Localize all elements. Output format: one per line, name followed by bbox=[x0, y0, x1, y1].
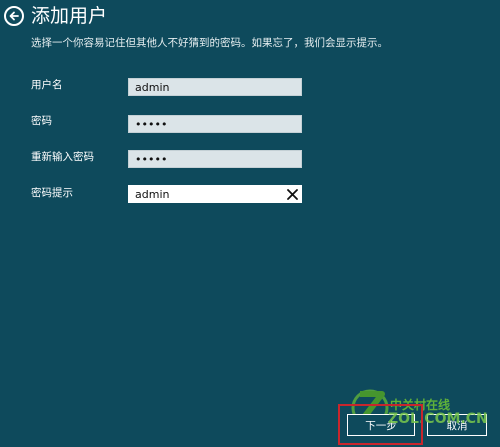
next-button[interactable]: 下一步 bbox=[347, 414, 415, 436]
page-subtitle: 选择一个你容易记住但其他人不好猜到的密码。如果忘了，我们会显示提示。 bbox=[31, 37, 388, 49]
username-label: 用户名 bbox=[31, 79, 63, 91]
username-field[interactable] bbox=[128, 78, 302, 96]
password-hint-field[interactable] bbox=[128, 185, 302, 203]
password-field[interactable] bbox=[128, 115, 302, 133]
password-hint-label: 密码提示 bbox=[31, 187, 73, 199]
confirm-password-field[interactable] bbox=[128, 150, 302, 168]
confirm-password-label: 重新输入密码 bbox=[31, 151, 94, 163]
back-arrow-icon bbox=[9, 11, 19, 21]
cancel-button[interactable]: 取消 bbox=[427, 414, 487, 436]
clear-hint-button[interactable] bbox=[284, 186, 300, 202]
close-icon bbox=[286, 188, 298, 200]
back-button[interactable] bbox=[4, 6, 24, 26]
watermark-text-cn: 中关村在线 bbox=[390, 398, 451, 412]
password-label: 密码 bbox=[31, 115, 52, 127]
page-title: 添加用户 bbox=[31, 5, 108, 27]
